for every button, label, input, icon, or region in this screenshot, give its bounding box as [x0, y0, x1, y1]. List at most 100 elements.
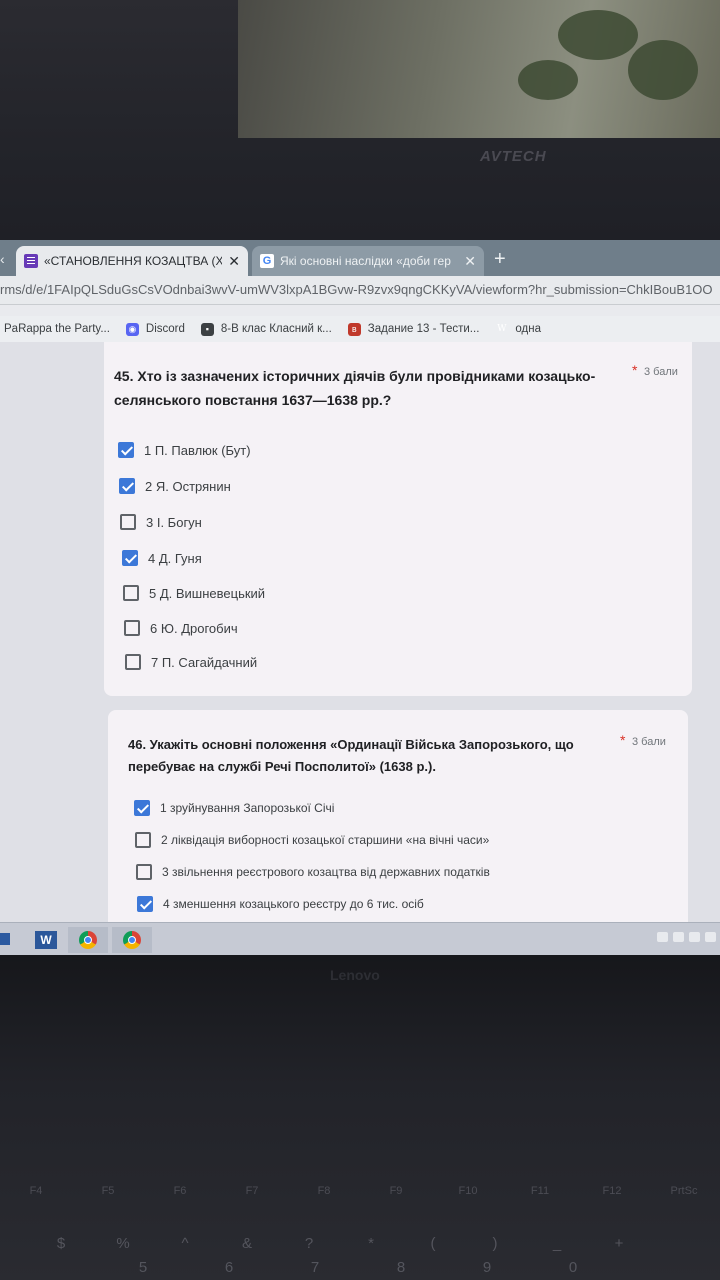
key: F12	[602, 1185, 622, 1197]
option-2[interactable]: 2 ліквідація виборності козацької старши…	[135, 832, 489, 848]
option-3[interactable]: 3 І. Богун	[120, 514, 202, 530]
key: 5	[138, 1259, 148, 1276]
address-bar[interactable]: rms/d/e/1FAIpQLSduGsCsVOdnbai3wvV-umWV3l…	[0, 276, 720, 305]
key: F6	[173, 1185, 187, 1197]
bookmark-label: 8-В клас Класний к...	[220, 323, 332, 335]
classroom-icon: ▪	[200, 322, 214, 336]
option-3[interactable]: 3 звільнення реєстрового козацтва від де…	[136, 864, 490, 880]
tray-icon[interactable]	[705, 932, 716, 942]
option-label: 3 звільнення реєстрового козацтва від де…	[162, 865, 490, 879]
option-label: 2 ліквідація виборності козацької старши…	[161, 833, 490, 847]
option-label: 1 П. Павлюк (Бут)	[144, 442, 251, 458]
background-wall	[238, 0, 720, 138]
system-tray	[657, 932, 716, 942]
chrome-profile-button[interactable]	[112, 927, 152, 953]
bookmark-task[interactable]: в Задание 13 - Тести...	[347, 322, 480, 336]
bookmark-classroom[interactable]: ▪ 8-В клас Класний к...	[200, 322, 332, 336]
bookmark-label: Задание 13 - Тести...	[367, 323, 480, 335]
option-1[interactable]: 1 П. Павлюк (Бут)	[118, 442, 251, 458]
key: 7	[310, 1259, 320, 1276]
option-2[interactable]: 2 Я. Острянин	[119, 478, 231, 494]
plant-leaf	[558, 10, 638, 60]
checkbox[interactable]	[136, 864, 152, 880]
bookmark-discord[interactable]: ◉ Discord	[125, 322, 185, 336]
chevron-left-icon[interactable]: ‹	[0, 249, 14, 269]
tray-icon[interactable]	[657, 932, 668, 942]
task-icon: в	[347, 322, 361, 336]
option-label: 2 Я. Острянин	[145, 478, 231, 494]
checkbox[interactable]	[124, 620, 140, 636]
option-4[interactable]: 4 Д. Гуня	[122, 550, 202, 566]
checkbox[interactable]	[120, 514, 136, 530]
tab-form[interactable]: «СТАНОВЛЕННЯ КОЗАЦТВА (XV ✕	[16, 246, 248, 276]
key: &	[241, 1235, 252, 1252]
laptop-brand: Lenovo	[330, 967, 380, 983]
option-7[interactable]: 7 П. Сагайдачний	[125, 654, 257, 670]
key: $	[56, 1235, 66, 1252]
option-6[interactable]: 6 Ю. Дрогобич	[124, 620, 238, 636]
close-icon[interactable]: ✕	[464, 253, 476, 270]
key: 8	[396, 1259, 406, 1276]
url-text[interactable]: rms/d/e/1FAIpQLSduGsCsVOdnbai3wvV-umWV3l…	[0, 282, 720, 297]
google-forms-icon	[24, 254, 38, 268]
key: _	[552, 1235, 562, 1252]
bookmark-parappa[interactable]: PaRappa the Party...	[4, 323, 110, 335]
start-button[interactable]	[0, 933, 10, 945]
bookmarks-bar: PaRappa the Party... ◉ Discord ▪ 8-В кла…	[0, 316, 720, 342]
required-marker: *	[620, 732, 626, 748]
bookmark-wiki[interactable]: W одна	[495, 323, 541, 336]
close-icon[interactable]: ✕	[228, 253, 240, 270]
bookmark-label: Discord	[145, 323, 185, 335]
checkbox[interactable]	[123, 585, 139, 601]
word-app-button[interactable]: W	[26, 927, 66, 953]
taskbar: W	[0, 922, 720, 955]
key: F7	[245, 1185, 259, 1197]
key: *	[368, 1235, 374, 1252]
key: PrtSc	[670, 1185, 698, 1197]
option-label: 1 зруйнування Запорозької Січі	[160, 801, 335, 815]
key: F8	[317, 1185, 331, 1197]
key: 0	[568, 1259, 578, 1276]
wikipedia-icon: W	[497, 323, 507, 334]
tray-icon[interactable]	[689, 932, 700, 942]
key: F4	[29, 1185, 43, 1197]
option-label: 5 Д. Вишневецький	[149, 585, 266, 601]
discord-icon: ◉	[125, 322, 139, 336]
new-tab-button[interactable]: +	[494, 248, 506, 270]
option-label: 7 П. Сагайдачний	[151, 654, 258, 670]
key: 6	[224, 1259, 234, 1276]
option-4[interactable]: 4 зменшення козацького реєстру до 6 тис.…	[137, 896, 424, 912]
option-1[interactable]: 1 зруйнування Запорозької Січі	[134, 800, 334, 816]
checkbox[interactable]	[135, 832, 151, 848]
checkbox[interactable]	[137, 896, 153, 912]
checkbox[interactable]	[125, 654, 141, 670]
google-icon: G	[260, 254, 274, 268]
bookmark-label: PaRappa the Party...	[4, 323, 110, 335]
key: F9	[389, 1185, 403, 1197]
question-card-45: 45. Хто із зазначених історичних діячів …	[104, 342, 692, 696]
checkbox[interactable]	[119, 478, 135, 494]
tab-search[interactable]: G Які основні наслідки «доби гер ✕	[252, 246, 484, 276]
option-label: 4 зменшення козацького реєстру до 6 тис.…	[163, 897, 424, 911]
monitor-bezel: AVTECH	[0, 0, 720, 240]
checkbox[interactable]	[118, 442, 134, 458]
option-5[interactable]: 5 Д. Вишневецький	[123, 585, 265, 601]
number-key-row-lower: 5 6 7 8 9 0	[0, 1259, 720, 1276]
function-key-row: F4 F5 F6 F7 F8 F9 F10 F11 F12 PrtSc	[0, 1185, 720, 1197]
tab-title: Які основні наслідки «доби гер	[280, 254, 451, 268]
question-title: 45. Хто із зазначених історичних діячів …	[114, 368, 596, 408]
question-title: 46. Укажіть основні положення «Ординації…	[128, 737, 574, 774]
points-label: 3 бали	[632, 736, 666, 748]
monitor-brand: AVTECH	[480, 148, 547, 165]
number-key-row: $ % ^ & ? * ( ) _ +	[0, 1235, 720, 1252]
word-icon: W	[35, 931, 57, 949]
chrome-icon	[79, 931, 97, 949]
checkbox[interactable]	[122, 550, 138, 566]
laptop-keyboard-area: Lenovo F4 F5 F6 F7 F8 F9 F10 F11 F12 Prt…	[0, 955, 720, 1280]
bookmark-label: одна	[515, 323, 542, 335]
option-label: 6 Ю. Дрогобич	[150, 620, 238, 636]
checkbox[interactable]	[134, 800, 150, 816]
tray-icon[interactable]	[673, 932, 684, 942]
chrome-app-button[interactable]	[68, 927, 108, 953]
plant-leaf	[628, 40, 698, 100]
